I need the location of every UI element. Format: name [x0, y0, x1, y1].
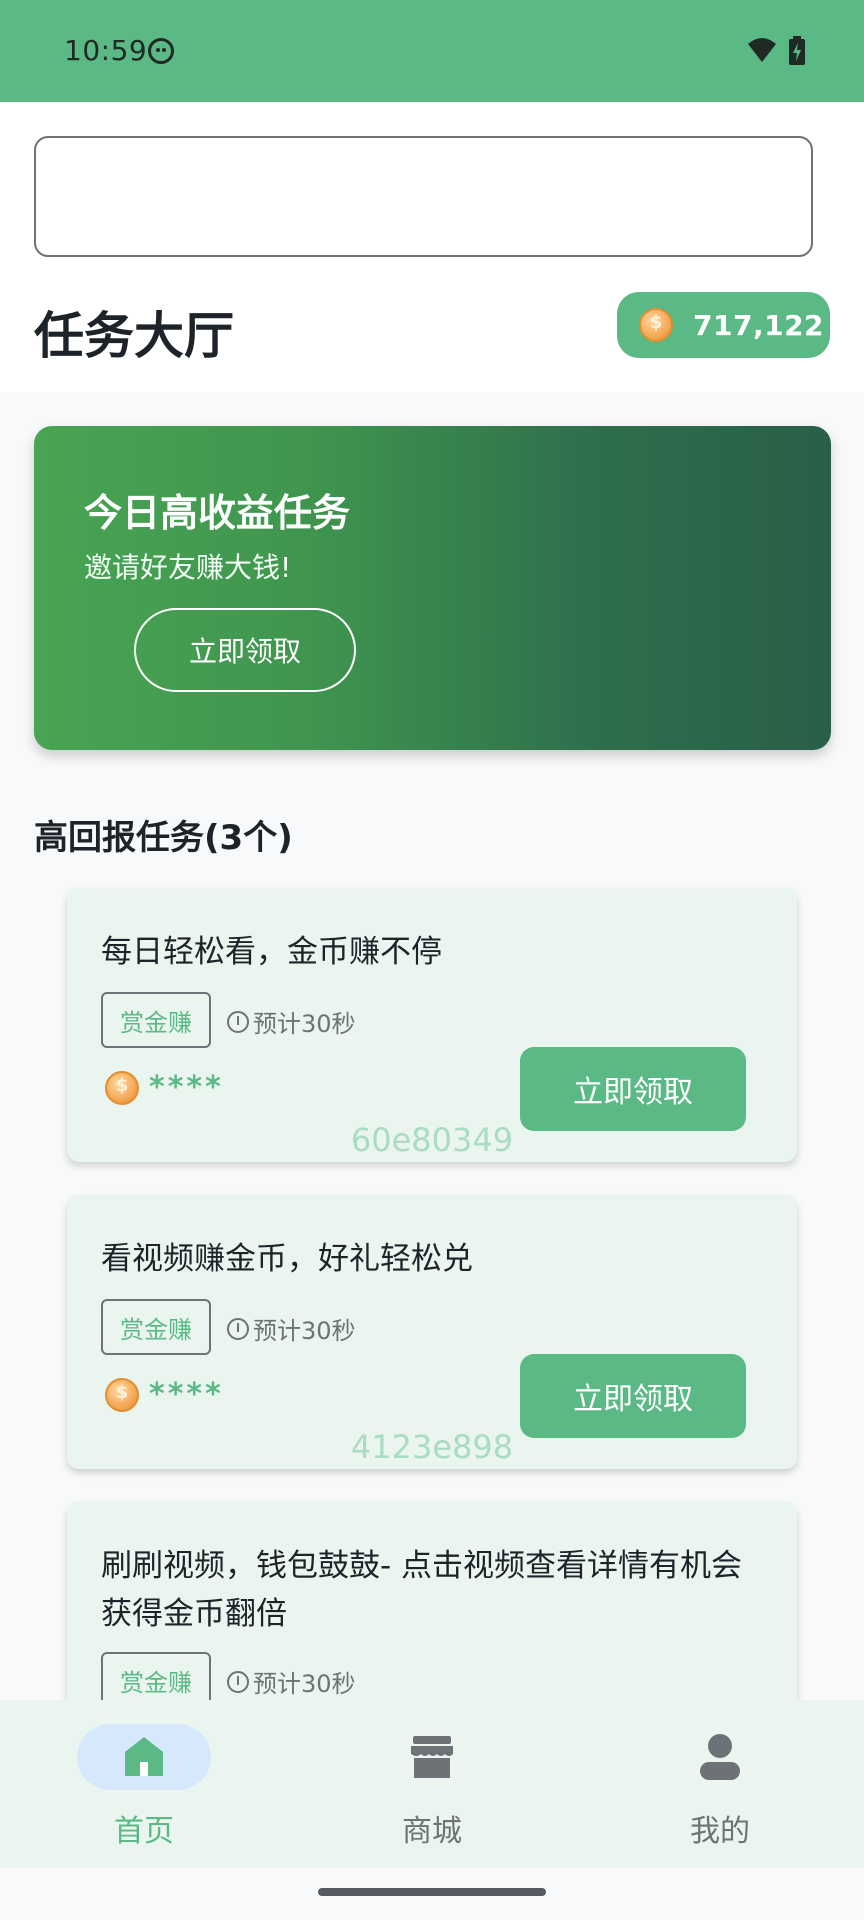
nav-icon-pill — [653, 1724, 787, 1790]
nav-label: 首页 — [114, 1814, 174, 1849]
claim-button[interactable]: 立即领取 — [520, 1354, 746, 1438]
reward-value: **** — [149, 1377, 224, 1412]
task-duration: 预计30秒 — [227, 1664, 356, 1699]
banner-subtitle: 邀请好友赚大钱! — [84, 551, 292, 584]
nav-item-profile[interactable]: 我的 — [576, 1700, 864, 1868]
coin-icon — [639, 308, 673, 342]
task-id: 4123e898 — [350, 1428, 514, 1466]
task-duration-text: 预计30秒 — [253, 1317, 356, 1345]
nav-item-home[interactable]: 首页 — [0, 1700, 288, 1868]
status-bar: 10:59 — [0, 0, 864, 102]
coin-balance-badge[interactable]: 717,122 — [617, 292, 830, 358]
wifi-icon — [748, 38, 776, 63]
task-reward: **** — [105, 1070, 224, 1105]
store-icon — [411, 1736, 453, 1778]
home-icon — [125, 1737, 163, 1776]
banner-claim-button[interactable]: 立即领取 — [134, 608, 356, 692]
task-tag: 赏金赚 — [101, 992, 211, 1048]
nav-label: 商城 — [402, 1814, 462, 1849]
nav-label: 我的 — [690, 1814, 750, 1849]
reward-value: **** — [149, 1070, 224, 1105]
clock-icon — [227, 1010, 249, 1033]
bottom-nav: 首页 商城 我的 — [0, 1700, 864, 1868]
task-duration: 预计30秒 — [227, 1004, 356, 1039]
task-id: 60e80349 — [350, 1121, 514, 1159]
coin-icon — [105, 1377, 139, 1412]
task-title: 刷刷视频，钱包鼓鼓- 点击视频查看详情有机会获得金币翻倍 — [101, 1548, 743, 1632]
task-tag: 赏金赚 — [101, 1299, 211, 1355]
banner-title: 今日高收益任务 — [84, 491, 351, 535]
nav-item-store[interactable]: 商城 — [288, 1700, 576, 1868]
clock-icon — [227, 1317, 249, 1340]
claim-button[interactable]: 立即领取 — [520, 1047, 746, 1131]
status-time: 10:59 — [64, 34, 148, 67]
nav-icon-pill — [77, 1724, 211, 1790]
task-card: 每日轻松看，金币赚不停 赏金赚 预计30秒 **** 立即领取 60e80349 — [67, 888, 797, 1162]
search-input[interactable] — [34, 136, 813, 257]
task-title: 每日轻松看，金币赚不停 — [101, 934, 442, 970]
coin-balance: 717,122 — [693, 308, 825, 342]
clock-icon — [227, 1670, 249, 1693]
task-title: 看视频赚金币，好礼轻松兑 — [101, 1241, 473, 1277]
promo-banner[interactable]: 今日高收益任务 邀请好友赚大钱! 立即领取 — [34, 426, 831, 750]
home-indicator[interactable] — [318, 1888, 546, 1896]
task-duration-text: 预计30秒 — [253, 1010, 356, 1038]
coin-icon — [105, 1070, 139, 1105]
task-duration-text: 预计30秒 — [253, 1670, 356, 1698]
notification-face-icon — [148, 38, 174, 64]
battery-icon — [789, 36, 805, 65]
section-title: 高回报任务(3个) — [34, 818, 293, 858]
person-icon — [700, 1734, 740, 1780]
task-duration: 预计30秒 — [227, 1311, 356, 1346]
task-card: 看视频赚金币，好礼轻松兑 赏金赚 预计30秒 **** 立即领取 4123e89… — [67, 1195, 797, 1469]
nav-icon-pill — [365, 1724, 499, 1790]
page-title: 任务大厅 — [34, 307, 234, 365]
app-screen: 10:59 任务大厅 717,122 今日高收益任务 邀请好友赚大钱! 立即领取… — [0, 0, 864, 1920]
task-reward: **** — [105, 1377, 224, 1412]
